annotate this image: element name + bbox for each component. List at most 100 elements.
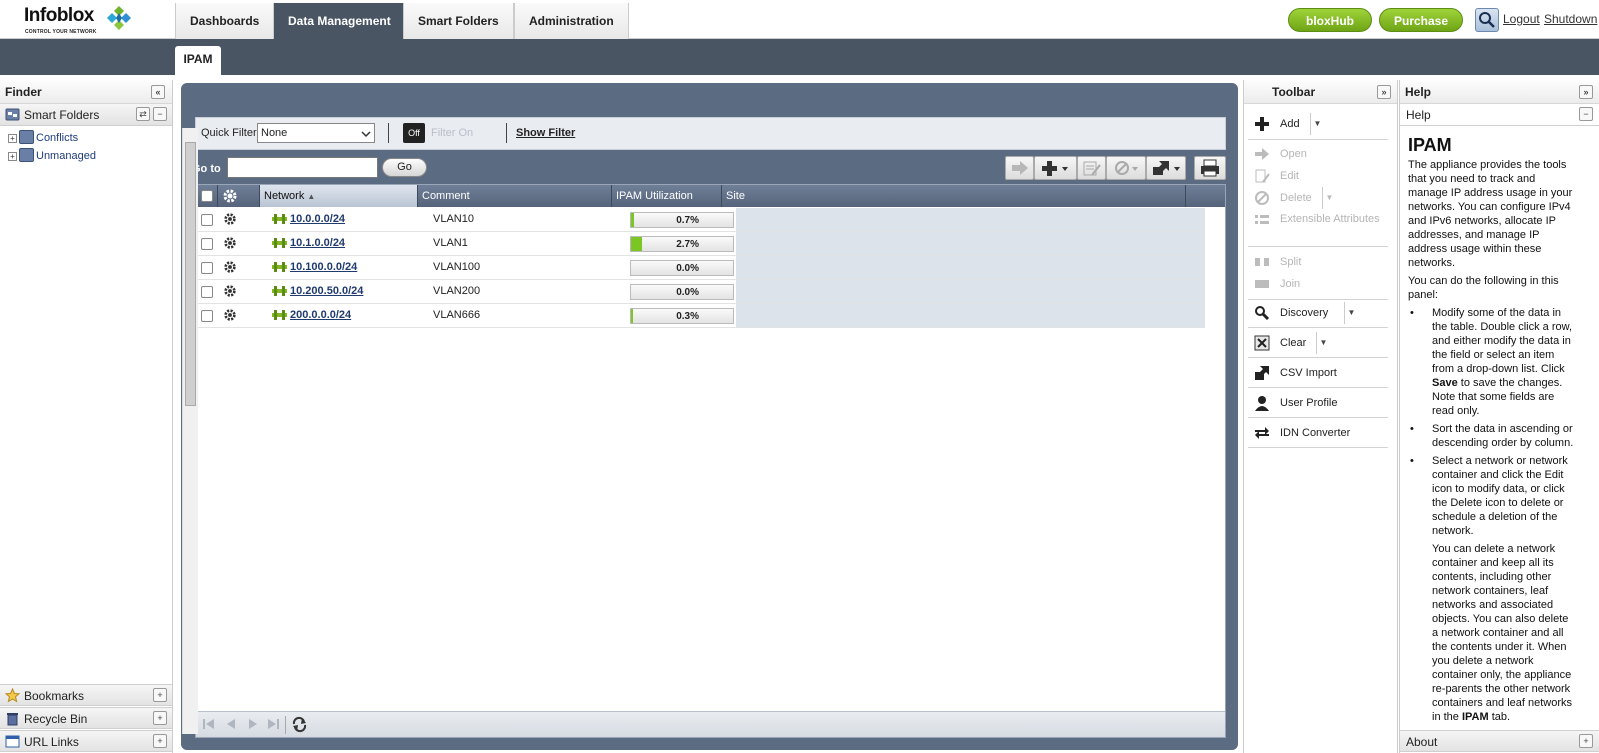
- next-page-icon[interactable]: [246, 717, 260, 731]
- table-row[interactable]: 200.0.0.0/24 VLAN666 0.3%: [196, 304, 1205, 328]
- row-checkbox[interactable]: [201, 238, 213, 250]
- collapse-finder-button[interactable]: «: [151, 85, 165, 99]
- gear-icon[interactable]: [223, 236, 237, 250]
- toolbar-idn-converter[interactable]: IDN Converter: [1248, 422, 1388, 444]
- chevron-down-icon[interactable]: ▼: [1322, 187, 1336, 209]
- expand-url-links-button[interactable]: +: [153, 734, 167, 748]
- collapse-toolbar-button[interactable]: »: [1377, 85, 1391, 99]
- select-all-checkbox[interactable]: [201, 190, 213, 202]
- bookmarks-section[interactable]: Bookmarks +: [0, 684, 172, 706]
- toolbar-add[interactable]: Add ▼: [1248, 113, 1388, 135]
- help-list: Modify some of the data in the table. Do…: [1408, 306, 1575, 538]
- gear-icon[interactable]: [223, 308, 237, 322]
- refresh-smart-folders-button[interactable]: ⇄: [136, 107, 150, 121]
- previous-page-icon[interactable]: [224, 717, 238, 731]
- toolbar-split[interactable]: Split: [1248, 251, 1388, 273]
- grid-settings-header[interactable]: [218, 185, 260, 207]
- gear-icon[interactable]: [223, 212, 237, 226]
- network-link[interactable]: 10.100.0.0/24: [290, 261, 357, 273]
- row-checkbox[interactable]: [201, 214, 213, 226]
- purchase-button[interactable]: Purchase: [1379, 8, 1463, 32]
- row-checkbox[interactable]: [201, 310, 213, 322]
- edit-grid-button[interactable]: [1077, 156, 1106, 180]
- expand-icon[interactable]: +: [8, 134, 17, 143]
- tab-ipam[interactable]: IPAM: [175, 46, 221, 75]
- network-link[interactable]: 10.200.50.0/24: [290, 285, 363, 297]
- expand-bookmarks-button[interactable]: +: [153, 688, 167, 702]
- bloxhub-button[interactable]: bloxHub: [1288, 8, 1372, 32]
- shutdown-link[interactable]: Shutdown: [1544, 12, 1597, 26]
- table-row[interactable]: 10.0.0.0/24 VLAN10 0.7%: [196, 208, 1205, 232]
- print-grid-button[interactable]: [1194, 156, 1226, 180]
- column-network[interactable]: Network ▲: [260, 185, 418, 207]
- column-ipam-utilization[interactable]: IPAM Utilization: [612, 185, 722, 207]
- chevron-down-icon[interactable]: ▼: [1316, 332, 1330, 354]
- url-links-section[interactable]: URL Links +: [0, 730, 172, 752]
- site-cell[interactable]: [736, 280, 1205, 303]
- add-grid-button[interactable]: [1034, 156, 1077, 180]
- tab-administration[interactable]: Administration: [514, 3, 629, 39]
- select-all-header[interactable]: [196, 185, 218, 207]
- goto-input[interactable]: [227, 157, 378, 178]
- gear-icon[interactable]: [223, 260, 237, 274]
- toolbar-discovery[interactable]: Discovery ▼: [1248, 302, 1388, 324]
- toolbar-extensible-attributes[interactable]: Extensible Attributes: [1248, 209, 1388, 239]
- goto-button[interactable]: Go: [382, 158, 427, 177]
- toolbar-edit[interactable]: Edit: [1248, 165, 1388, 187]
- toolbar-user-profile[interactable]: User Profile: [1248, 392, 1388, 414]
- collapse-help-section-button[interactable]: −: [1579, 107, 1593, 121]
- open-grid-button[interactable]: [1005, 156, 1034, 180]
- site-cell[interactable]: [736, 208, 1205, 231]
- toolbar-delete[interactable]: Delete ▼: [1248, 187, 1388, 209]
- smart-folders-section[interactable]: Smart Folders ⇄ −: [0, 104, 172, 126]
- row-checkbox[interactable]: [201, 262, 213, 274]
- table-row[interactable]: 10.1.0.0/24 VLAN1 2.7%: [196, 232, 1205, 256]
- last-page-icon[interactable]: [266, 717, 280, 731]
- export-grid-button[interactable]: [1146, 156, 1186, 180]
- tab-smart-folders[interactable]: Smart Folders: [403, 3, 514, 39]
- tab-dashboards[interactable]: Dashboards: [175, 3, 275, 39]
- logout-link[interactable]: Logout: [1503, 12, 1540, 26]
- show-filter-link[interactable]: Show Filter: [516, 127, 575, 139]
- toolbar-open[interactable]: Open: [1248, 143, 1388, 165]
- site-cell[interactable]: [736, 304, 1205, 327]
- network-link[interactable]: 200.0.0.0/24: [290, 309, 351, 321]
- goto-bar: Go to Go: [189, 154, 1229, 184]
- site-cell[interactable]: [736, 256, 1205, 279]
- help-about-section[interactable]: About +: [1400, 730, 1599, 752]
- toolbar-clear[interactable]: Clear ▼: [1248, 332, 1388, 354]
- collapse-help-button[interactable]: »: [1579, 85, 1593, 99]
- network-link[interactable]: 10.0.0.0/24: [290, 213, 345, 225]
- refresh-icon[interactable]: [291, 716, 308, 733]
- quick-filter-select[interactable]: None: [257, 123, 375, 143]
- delete-grid-button[interactable]: [1106, 156, 1146, 180]
- filter-toggle[interactable]: Off: [403, 123, 425, 143]
- recycle-bin-section[interactable]: Recycle Bin +: [0, 707, 172, 729]
- expand-icon[interactable]: +: [8, 152, 17, 161]
- tree-item-conflicts[interactable]: + Conflicts: [8, 129, 78, 147]
- column-site[interactable]: Site: [722, 185, 1186, 207]
- expand-about-button[interactable]: +: [1579, 734, 1593, 748]
- expand-recycle-bin-button[interactable]: +: [153, 711, 167, 725]
- row-checkbox[interactable]: [201, 286, 213, 298]
- table-row[interactable]: 10.100.0.0/24 VLAN100 0.0%: [196, 256, 1205, 280]
- site-cell[interactable]: [736, 232, 1205, 255]
- toolbar-csv-import[interactable]: CSV Import: [1248, 362, 1388, 384]
- toolbar-item-label: Discovery: [1280, 307, 1329, 319]
- chevron-down-icon[interactable]: ▼: [1310, 113, 1324, 135]
- global-search-button[interactable]: [1475, 8, 1499, 32]
- tab-data-management[interactable]: Data Management: [273, 3, 406, 39]
- collapse-smart-folders-button[interactable]: −: [153, 107, 167, 121]
- tree-item-unmanaged[interactable]: + Unmanaged: [8, 147, 96, 165]
- toolbar-item-label: Delete: [1280, 192, 1312, 204]
- toolbar-join[interactable]: Join: [1248, 273, 1388, 295]
- table-row[interactable]: 10.200.50.0/24 VLAN200 0.0%: [196, 280, 1205, 304]
- infoblox-logo[interactable]: Infoblox CONTROL YOUR NETWORK: [24, 5, 144, 35]
- column-comment[interactable]: Comment: [418, 185, 612, 207]
- gear-icon[interactable]: [223, 284, 237, 298]
- first-page-icon[interactable]: [202, 717, 216, 731]
- help-scrollbar[interactable]: [182, 128, 198, 734]
- help-scrollbar-thumb[interactable]: [185, 142, 196, 406]
- chevron-down-icon[interactable]: ▼: [1344, 302, 1358, 324]
- network-link[interactable]: 10.1.0.0/24: [290, 237, 345, 249]
